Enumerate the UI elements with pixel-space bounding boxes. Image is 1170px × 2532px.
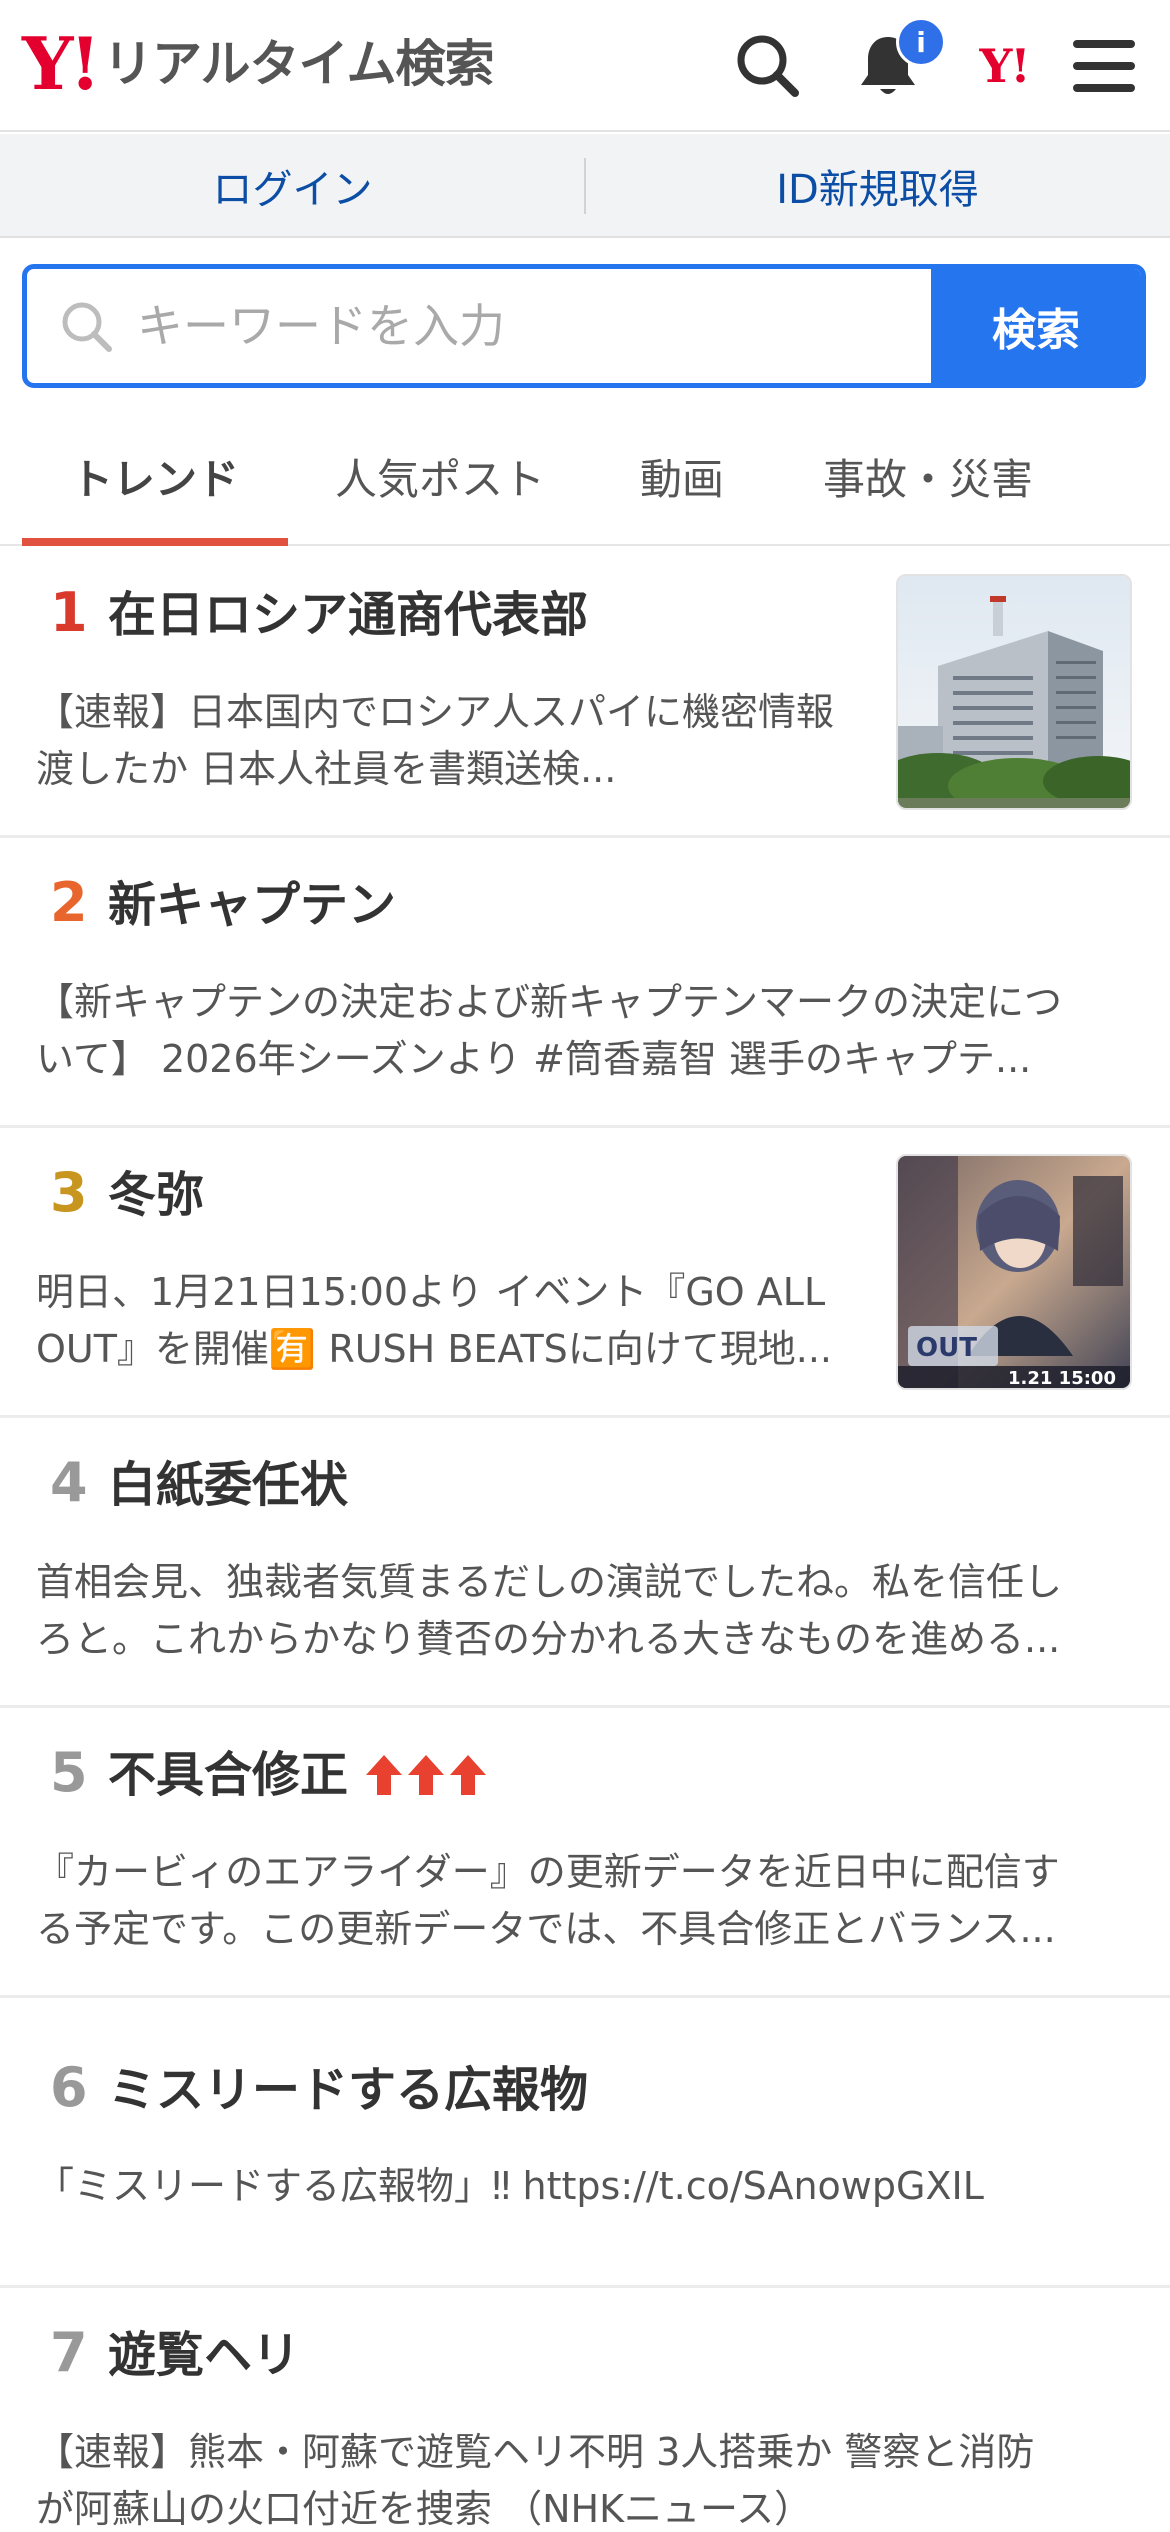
trend-title: 新キャプテン <box>108 877 397 933</box>
description-line: 【速報】熊本・阿蘇で遊覧ヘリ不明 3人搭乗か 警察と消防 <box>36 2430 1035 2474</box>
yahoo-logo-mark: Y! <box>22 21 101 106</box>
tab-videos[interactable]: 動画 <box>592 408 772 544</box>
trend-description: 「ミスリードする広報物」‼ https://t.co/SAnowpGXIL <box>36 2158 1136 2215</box>
rank-number: 7 <box>50 2321 88 2384</box>
search-input[interactable] <box>137 269 937 383</box>
search-icon[interactable] <box>726 24 810 108</box>
rank-number: 5 <box>50 1741 88 1804</box>
thumb-caption: 1.21 15:00 <box>1008 1368 1116 1389</box>
trend-title: 遊覧ヘリ <box>108 2327 301 2383</box>
trend-thumbnail[interactable] <box>896 574 1132 810</box>
rank-number: 2 <box>50 871 88 934</box>
yahoo-logo-icon[interactable]: Y! <box>962 24 1046 108</box>
hamburger-menu-icon[interactable] <box>1062 24 1146 108</box>
trend-title: 冬弥 <box>108 1167 205 1223</box>
trend-description: 明日、1月21日15:00より イベント『GO ALL OUT』を開催🈶 RUS… <box>36 1264 876 1378</box>
trend-description: 【新キャプテンの決定および新キャプテンマークの決定につ いて】 2026年シーズ… <box>36 974 1136 1088</box>
trending-up-arrows-icon <box>364 1753 488 1797</box>
trend-description: 【速報】日本国内でロシア人スパイに機密情報 渡したか 日本人社員を書類送検... <box>36 684 876 798</box>
search-field-icon <box>62 302 112 352</box>
description-line: いて】 2026年シーズンより #筒香嘉智 選手のキャプテ... <box>36 1037 1032 1081</box>
description-line: 【新キャプテンの決定および新キャプテンマークの決定につ <box>36 980 1063 1024</box>
tab-accidents-disasters[interactable]: 事故・災害 <box>790 408 1066 544</box>
trend-thumbnail[interactable]: OUT 1.21 15:00 <box>896 1154 1132 1390</box>
description-line: 【速報】日本国内でロシア人スパイに機密情報 <box>36 690 835 734</box>
rank-number: 6 <box>50 2056 88 2119</box>
login-bar: ログイン ID新規取得 <box>0 134 1170 238</box>
description-line: OUT』を開催🈶 RUSH BEATSに向けて現地... <box>36 1327 833 1371</box>
description-line: る予定です。この更新データでは、不具合修正とバランス... <box>36 1907 1056 1951</box>
trend-description: 【速報】熊本・阿蘇で遊覧ヘリ不明 3人搭乗か 警察と消防 が阿蘇山の火口付近を捜… <box>36 2424 1136 2532</box>
tab-popular-posts[interactable]: 人気ポスト <box>300 408 580 544</box>
rank-number: 3 <box>50 1161 88 1224</box>
description-line: 「ミスリードする広報物」‼ https://t.co/SAnowpGXIL <box>36 2164 984 2208</box>
trend-item-5[interactable]: 5 不具合修正 『カービィのエアライダー』の更新データを近日中に配信す る予定で… <box>0 1708 1170 1998</box>
search-box: 検索 <box>22 264 1146 388</box>
description-line: 明日、1月21日15:00より イベント『GO ALL <box>36 1270 826 1314</box>
trend-item-3[interactable]: 3 冬弥 明日、1月21日15:00より イベント『GO ALL OUT』を開催… <box>0 1128 1170 1418</box>
rank-number: 1 <box>50 581 88 644</box>
logo-text: リアルタイム検索 <box>103 35 494 93</box>
trend-title: 不具合修正 <box>108 1747 349 1803</box>
trend-description: 『カービィのエアライダー』の更新データを近日中に配信す る予定です。この更新デー… <box>36 1844 1136 1958</box>
signup-link[interactable]: ID新規取得 <box>585 134 1170 238</box>
trend-item-2[interactable]: 2 新キャプテン 【新キャプテンの決定および新キャプテンマークの決定につ いて】… <box>0 838 1170 1128</box>
trend-item-1[interactable]: 1 在日ロシア通商代表部 【速報】日本国内でロシア人スパイに機密情報 渡したか … <box>0 548 1170 838</box>
description-line: が阿蘇山の火口付近を捜索 （NHKニュース） <box>36 2487 813 2531</box>
trend-item-7[interactable]: 7 遊覧ヘリ 【速報】熊本・阿蘇で遊覧ヘリ不明 3人搭乗か 警察と消防 が阿蘇山… <box>0 2288 1170 2532</box>
notification-badge: i <box>896 17 946 67</box>
trend-title: 在日ロシア通商代表部 <box>108 587 589 643</box>
yahoo-realtime-logo[interactable]: Y! リアルタイム検索 <box>22 21 495 106</box>
trend-item-4[interactable]: 4 白紙委任状 首相会見、独裁者気質まるだしの演説でしたね。私を信任し ろと。こ… <box>0 1418 1170 1708</box>
trend-item-6[interactable]: 6 ミスリードする広報物 「ミスリードする広報物」‼ https://t.co/… <box>0 1998 1170 2288</box>
search-button[interactable]: 検索 <box>931 269 1141 383</box>
description-line: 渡したか 日本人社員を書類送検... <box>36 747 617 791</box>
description-line: 首相会見、独裁者気質まるだしの演説でしたね。私を信任し <box>36 1560 1063 1604</box>
trend-title-row: 不具合修正 <box>108 1740 488 1810</box>
description-line: ろと。これからかなり賛否の分かれる大きなものを進める... <box>36 1617 1061 1661</box>
trend-description: 首相会見、独裁者気質まるだしの演説でしたね。私を信任し ろと。これからかなり賛否… <box>36 1554 1136 1668</box>
trend-title: 白紙委任状 <box>108 1457 349 1513</box>
svg-text:OUT: OUT <box>916 1333 977 1363</box>
description-line: 『カービィのエアライダー』の更新データを近日中に配信す <box>36 1850 1060 1894</box>
tab-trend[interactable]: トレンド <box>22 408 288 544</box>
trend-title: ミスリードする広報物 <box>108 2062 589 2118</box>
active-tab-indicator <box>22 538 288 546</box>
login-link[interactable]: ログイン <box>0 134 585 238</box>
tab-bar: トレンド 人気ポスト 動画 事故・災害 <box>0 408 1170 546</box>
rank-number: 4 <box>50 1451 88 1514</box>
trend-list: 1 在日ロシア通商代表部 【速報】日本国内でロシア人スパイに機密情報 渡したか … <box>0 548 1170 2532</box>
app-header: Y! リアルタイム検索 i Y! <box>0 0 1170 132</box>
yahoo-mini-text: Y! <box>979 39 1030 93</box>
